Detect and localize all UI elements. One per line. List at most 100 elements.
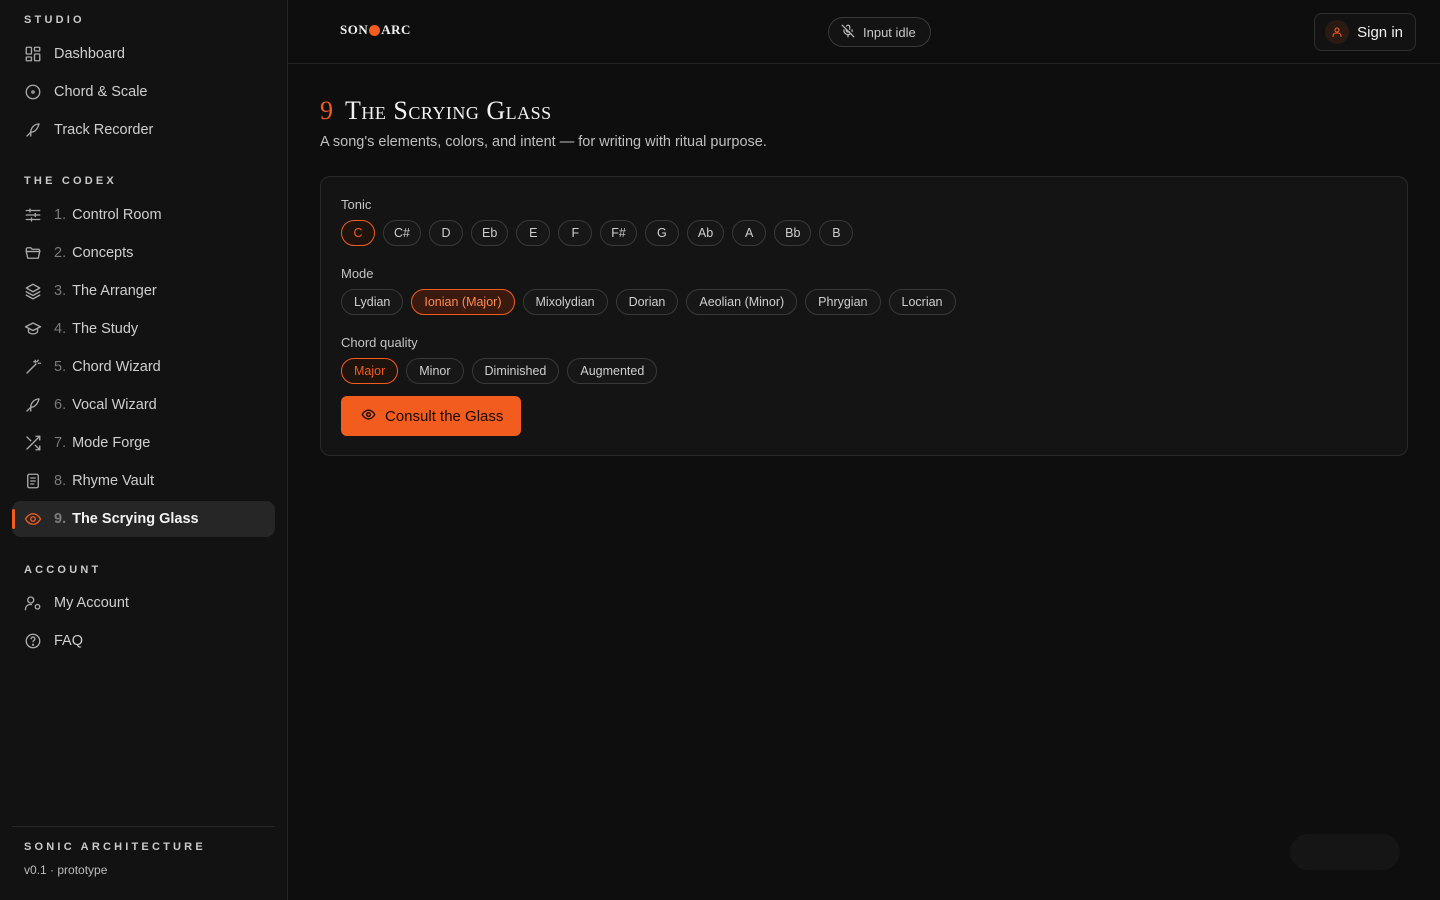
sidebar: STUDIO Dashboard Chord & Scale Track Recor… [0,0,288,900]
sidebar-item-number: 2. [54,245,67,261]
quality-chip-major[interactable]: Major [341,358,399,384]
sidebar-item-number: 6. [54,397,67,413]
sidebar-item-number: 4. [54,321,67,337]
target-circle-icon [24,83,42,101]
app-logo[interactable]: SON ARC [340,22,411,38]
mode-chip-aeolian-minor[interactable]: Aeolian (Minor) [686,289,798,315]
sidebar-item-label: FAQ [54,633,84,649]
tonic-chip-c-sharp[interactable]: C# [383,220,421,246]
mode-chip-mixolydian[interactable]: Mixolydian [522,289,608,315]
user-settings-icon [24,594,42,612]
sidebar-item-number: 1. [54,207,67,223]
mode-chip-dorian[interactable]: Dorian [615,289,679,315]
sidebar-item-the-arranger[interactable]: 3. The Arranger [12,273,275,309]
input-status-text: Input idle [863,24,916,40]
feather-pen-icon [24,396,42,414]
consult-glass-button[interactable]: Consult the Glass [341,396,522,436]
sidebar-item-chord-scale[interactable]: Chord & Scale [12,74,275,110]
floating-widget-placeholder [1290,834,1400,870]
nav-group-account: My Account FAQ [12,585,275,661]
sidebar-item-my-account[interactable]: My Account [12,585,275,621]
section-title-codex: THE CODEX [24,175,117,187]
sidebar-item-control-room[interactable]: 1. Control Room [12,197,275,233]
graduation-cap-icon [24,320,42,338]
sidebar-item-the-scrying-glass[interactable]: 9. The Scrying Glass [12,501,275,537]
tonic-chip-g[interactable]: G [644,220,679,246]
sidebar-item-label: Concepts [72,245,134,261]
sidebar-footer: SONIC ARCHITECTURE v0.1 · prototype [12,826,275,877]
tonic-chip-f-sharp[interactable]: F# [600,220,637,246]
sidebar-item-number: 9. [54,511,67,527]
sidebar-item-mode-forge[interactable]: 7. Mode Forge [12,425,275,461]
sidebar-item-faq[interactable]: FAQ [12,623,275,659]
shuffle-icon [24,434,42,452]
mode-chip-locrian[interactable]: Locrian [888,289,956,315]
page-subtitle: A song's elements, colors, and intent — … [320,134,767,150]
tonic-chip-e[interactable]: E [516,220,551,246]
mode-chip-phrygian[interactable]: Phrygian [805,289,881,315]
input-status-pill[interactable]: Input idle [828,17,931,47]
layers-icon [24,282,42,300]
quality-chip-diminished[interactable]: Diminished [471,358,560,384]
quality-chip-minor[interactable]: Minor [406,358,464,384]
sidebar-item-number: 7. [54,435,67,451]
tonic-chip-a[interactable]: A [732,220,767,246]
sidebar-item-label: The Arranger [72,283,157,299]
sidebar-item-label: Mode Forge [72,435,151,451]
user-icon [1325,20,1350,44]
page-title-text: The Scrying Glass [345,96,552,125]
tonic-chip-f[interactable]: F [558,220,593,246]
tonic-chip-c[interactable]: C [341,220,375,246]
sidebar-item-label: The Scrying Glass [72,511,199,527]
footer-version: v0.1 · prototype [24,863,108,877]
topbar: SON ARC Input idle Sign in [288,0,1440,64]
nav-group-studio: Dashboard Chord & Scale Track Recorder [12,36,275,150]
sidebar-item-number: 3. [54,283,67,299]
tonic-chip-eb[interactable]: Eb [470,220,509,246]
logo-text-left: SON [340,22,369,37]
mode-chip-ionian-major[interactable]: Ionian (Major) [411,289,515,315]
nav-group-codex: 1. Control Room 2. Concepts 3. The Arranger 4.… [12,197,275,539]
quality-chip-augmented[interactable]: Augmented [567,358,658,384]
sidebar-item-track-recorder[interactable]: Track Recorder [12,112,275,148]
mic-off-icon [841,24,855,41]
app-root: STUDIO Dashboard Chord & Scale Track Recor… [0,0,1440,900]
sidebar-item-label: My Account [54,595,129,611]
sidebar-item-number: 8. [54,473,67,489]
feather-pen-icon [24,121,42,139]
mode-chip-group: Lydian Ionian (Major) Mixolydian Dorian Aeol… [341,289,1387,315]
eye-icon [24,510,42,528]
sidebar-item-label: The Study [72,321,139,337]
tonic-chip-group: C C# D Eb E F F# G Ab A Bb B [341,220,1387,246]
sidebar-item-number: 5. [54,359,67,375]
sidebar-item-vocal-wizard[interactable]: 6. Vocal Wizard [12,387,275,423]
tonic-chip-bb[interactable]: Bb [774,220,812,246]
section-title-account: ACCOUNT [24,564,102,576]
mode-chip-lydian[interactable]: Lydian [341,289,404,315]
folder-open-icon [24,244,42,262]
tonic-chip-d[interactable]: D [428,220,463,246]
sidebar-item-label: Dashboard [54,46,125,62]
logo-text-right: ARC [381,22,411,37]
sidebar-item-chord-wizard[interactable]: 5. Chord Wizard [12,349,275,385]
eye-icon [361,407,376,426]
quality-chip-group: Major Minor Diminished Augmented [341,358,1387,384]
scrying-form-card: Tonic C C# D Eb E F F# G Ab A Bb B Mode Lydian Ionia… [320,176,1408,456]
consult-glass-label: Consult the Glass [385,407,504,425]
notebook-icon [24,472,42,490]
sidebar-item-dashboard[interactable]: Dashboard [12,36,275,72]
page-header: 9 The Scrying Glass A song's elements, c… [320,96,767,150]
sidebar-item-the-study[interactable]: 4. The Study [12,311,275,347]
page-number: 9 [320,96,333,125]
sidebar-item-concepts[interactable]: 2. Concepts [12,235,275,271]
tonic-chip-ab[interactable]: Ab [686,220,725,246]
main-content: SON ARC Input idle Sign in 9 The Scrying… [288,0,1440,900]
tonic-chip-b[interactable]: B [819,220,854,246]
magic-wand-icon [24,358,42,376]
quality-label: Chord quality [341,335,418,350]
footer-brand: SONIC ARCHITECTURE [24,841,206,853]
logo-orb-icon [369,24,381,36]
section-title-studio: STUDIO [24,14,85,26]
sidebar-item-rhyme-vault[interactable]: 8. Rhyme Vault [12,463,275,499]
sign-in-button[interactable]: Sign in [1314,13,1416,51]
